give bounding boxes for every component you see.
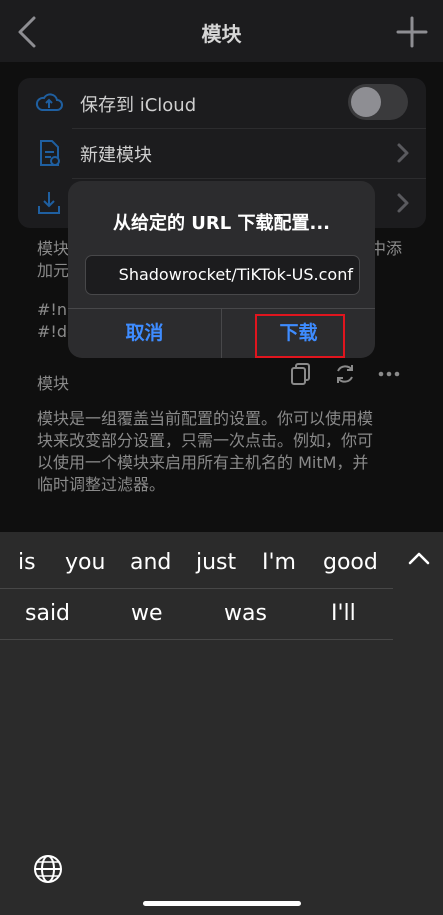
highlight-box — [255, 314, 345, 358]
desc-fragment: 加元 — [37, 261, 70, 280]
suggestion[interactable]: was — [224, 601, 267, 626]
suggestion[interactable]: we — [131, 601, 163, 626]
save-icloud-toggle[interactable] — [348, 84, 408, 120]
chevron-up-icon[interactable] — [404, 548, 434, 570]
keyboard — [0, 532, 443, 915]
chevron-right-icon — [397, 143, 409, 163]
globe-icon[interactable] — [32, 853, 64, 885]
suggestion[interactable]: I'll — [331, 601, 356, 626]
chevron-right-icon — [397, 193, 409, 213]
new-document-icon — [40, 140, 60, 166]
suggestion[interactable]: is — [18, 550, 36, 575]
suggestion[interactable]: just — [196, 550, 236, 575]
download-dialog: 从给定的 URL 下载配置... Shadowrocket/TiKTok-US.… — [68, 181, 375, 358]
suggestion[interactable]: good — [323, 550, 378, 575]
desc-fragment: 模块 — [37, 239, 70, 258]
refresh-icon[interactable] — [332, 361, 358, 387]
url-input[interactable]: Shadowrocket/TiKTok-US.conf — [85, 255, 360, 295]
suggestion[interactable]: said — [25, 601, 70, 626]
download-icon — [38, 192, 60, 214]
section-title: 模块 — [37, 374, 70, 393]
description-line: 模块是一组覆盖当前配置的设置。你可以使用模 — [37, 409, 374, 428]
description-line: 临时调整过滤器。 — [37, 475, 166, 494]
add-icon[interactable] — [394, 14, 430, 50]
copy-icon[interactable] — [288, 361, 314, 387]
cancel-button[interactable]: 取消 — [68, 308, 221, 358]
suggestion-divider — [0, 639, 393, 640]
dialog-title: 从给定的 URL 下载配置... — [113, 213, 330, 234]
cloud-upload-icon — [35, 93, 63, 111]
new-module-label[interactable]: 新建模块 — [80, 141, 152, 167]
suggestion-divider — [0, 588, 393, 589]
url-input-value: Shadowrocket/TiKTok-US.conf — [118, 265, 353, 284]
suggestion[interactable]: and — [130, 550, 171, 575]
more-icon[interactable] — [376, 361, 402, 387]
suggestion[interactable]: you — [65, 550, 105, 575]
page-title: 模块 — [201, 22, 242, 46]
description-line: 以使用一个模块来启用所有主机名的 MitM，并 — [37, 453, 369, 472]
toggle-knob — [351, 87, 381, 117]
row-separator — [72, 178, 426, 179]
row-separator — [72, 128, 426, 129]
home-indicator[interactable] — [143, 901, 301, 906]
save-icloud-label: 保存到 iCloud — [80, 95, 197, 116]
suggestion[interactable]: I'm — [262, 550, 296, 575]
nav-bar: 模块 — [0, 0, 443, 62]
description-line: 块来改变部分设置，只需一次点击。例如，你可 — [37, 431, 374, 450]
